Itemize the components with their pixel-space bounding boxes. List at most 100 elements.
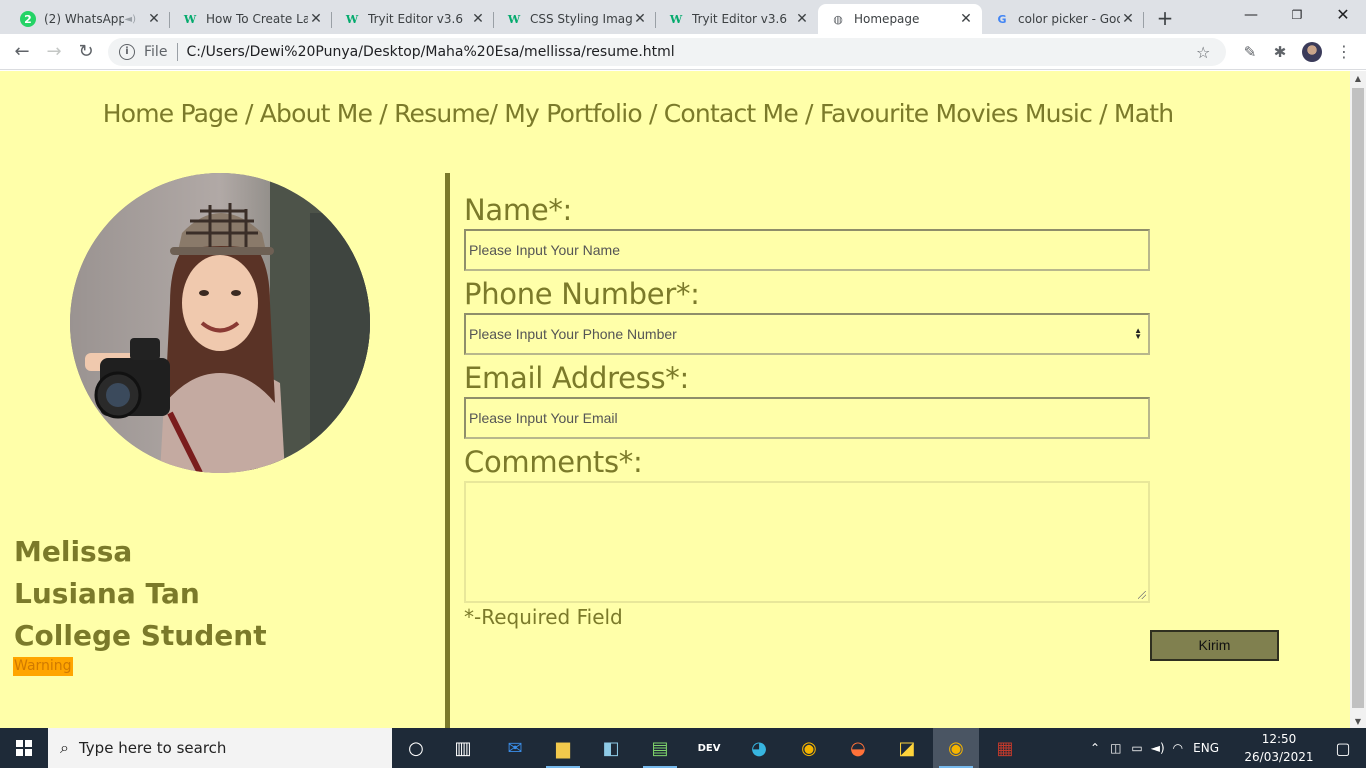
divider	[177, 43, 179, 61]
profile-last-name: Lusiana Tan	[14, 577, 200, 610]
profile-first-name: Melissa	[14, 535, 133, 568]
tab-title: (2) WhatsApp	[44, 12, 125, 26]
url-text[interactable]: C:/Users/Dewi%20Punya/Desktop/Maha%20Esa…	[186, 44, 1196, 60]
profile-avatar[interactable]	[1302, 42, 1322, 62]
globe-icon: ◍	[833, 12, 843, 26]
close-window-button[interactable]: ✕	[1320, 0, 1366, 32]
email-input[interactable]: Please Input Your Email	[464, 397, 1150, 439]
close-tab-icon[interactable]: ✕	[1120, 11, 1136, 27]
restore-button[interactable]: ❐	[1274, 0, 1320, 32]
warning-badge: Warning	[13, 657, 73, 676]
taskbar-clock[interactable]: 12:50 26/03/2021	[1240, 730, 1318, 766]
firefox-icon[interactable]: ◒	[835, 728, 881, 768]
wifi-icon[interactable]: ◠	[1173, 741, 1183, 755]
search-placeholder: Type here to search	[78, 739, 227, 757]
chrome-icon[interactable]: ◉	[786, 728, 832, 768]
winrar-icon[interactable]: ▦	[982, 728, 1028, 768]
tab-homepage[interactable]: ◍ Homepage ✕	[818, 4, 982, 34]
meet-now-icon[interactable]: ◫	[1110, 741, 1121, 755]
info-icon[interactable]: i	[119, 44, 135, 60]
w3schools-icon: W	[669, 12, 683, 26]
vertical-divider	[445, 173, 450, 728]
contact-form: Name*: Please Input Your Name Phone Numb…	[464, 191, 1150, 629]
file-explorer-icon[interactable]: ▆	[540, 728, 586, 768]
number-spinner-icon[interactable]: ▲ ▼	[1134, 327, 1142, 341]
tab-title: Tryit Editor v3.6	[692, 12, 787, 26]
clock-time: 12:50	[1261, 732, 1297, 746]
search-icon: ⌕	[60, 738, 69, 757]
email-label: Email Address*:	[464, 361, 689, 395]
comments-label: Comments*:	[464, 445, 643, 479]
address-bar[interactable]: i File C:/Users/Dewi%20Punya/Desktop/Mah…	[108, 38, 1226, 66]
show-hidden-icons-icon[interactable]: ⌃	[1090, 741, 1100, 755]
minimize-button[interactable]: —	[1228, 0, 1274, 32]
windows-taskbar: ⌕ Type here to search ○ ▥ ✉ ▆ ◧ ▤ DEV ◕ …	[0, 728, 1366, 768]
phone-placeholder: Please Input Your Phone Number	[469, 326, 677, 342]
extension-pen-icon[interactable]: ✎	[1240, 42, 1260, 62]
tab-color-picker[interactable]: G color picker - Goo ✕	[982, 4, 1144, 34]
required-field-note: *-Required Field	[464, 605, 623, 629]
close-tab-icon[interactable]: ✕	[470, 11, 486, 27]
tab-strip: 2 (2) WhatsApp ◄) ✕ W How To Create Lab …	[0, 0, 1366, 34]
edge-icon[interactable]: ◕	[736, 728, 782, 768]
close-tab-icon[interactable]: ✕	[146, 11, 162, 27]
close-tab-icon[interactable]: ✕	[794, 11, 810, 27]
w3schools-icon: W	[345, 12, 359, 26]
tab-whatsapp[interactable]: 2 (2) WhatsApp ◄) ✕	[8, 4, 170, 34]
windows-logo-icon	[16, 740, 32, 756]
mail-icon[interactable]: ✉	[492, 728, 538, 768]
tab-title: color picker - Goo	[1018, 12, 1120, 26]
tab-how-to-create[interactable]: W How To Create Lab ✕	[170, 4, 332, 34]
extensions-puzzle-icon[interactable]: ✱	[1270, 42, 1290, 62]
tab-title: CSS Styling Images	[530, 12, 632, 26]
google-icon: G	[997, 12, 1007, 26]
taskbar-search-box[interactable]: ⌕ Type here to search	[48, 728, 392, 768]
dev-cpp-icon[interactable]: DEV	[686, 728, 732, 768]
notes-app-icon[interactable]: ◧	[588, 728, 634, 768]
close-tab-icon[interactable]: ✕	[308, 11, 324, 27]
notification-center-icon[interactable]: ▢	[1320, 728, 1366, 768]
comments-textarea[interactable]	[464, 481, 1150, 603]
notepad-plus-icon[interactable]: ▤	[637, 728, 683, 768]
scrollbar-thumb[interactable]	[1352, 88, 1364, 708]
page-scrollbar[interactable]: ▲ ▼	[1350, 71, 1366, 728]
battery-icon[interactable]: ▭	[1131, 741, 1142, 755]
browser-toolbar: ← → ↻ i File C:/Users/Dewi%20Punya/Deskt…	[0, 34, 1366, 70]
name-label: Name*:	[464, 193, 573, 227]
resize-grip-icon[interactable]	[1138, 591, 1146, 599]
scheme-label: File	[144, 44, 168, 60]
menu-kebab-icon[interactable]: ⋮	[1334, 42, 1354, 62]
scroll-down-icon[interactable]: ▼	[1350, 717, 1366, 726]
profile-info: Melissa Lusiana Tan College Student	[14, 531, 267, 657]
scroll-up-icon[interactable]: ▲	[1350, 74, 1366, 83]
volume-icon[interactable]: ◄)	[1151, 741, 1165, 755]
tab-title: Tryit Editor v3.6	[368, 12, 463, 26]
reload-button[interactable]: ↻	[72, 38, 100, 66]
language-indicator[interactable]: ENG	[1193, 741, 1219, 755]
task-view-icon[interactable]: ▥	[440, 728, 486, 768]
whatsapp-icon: 2	[20, 11, 36, 27]
phone-label: Phone Number*:	[464, 277, 700, 311]
forward-button[interactable]: →	[40, 38, 68, 66]
python-icon[interactable]: ◪	[884, 728, 930, 768]
submit-button[interactable]: Kirim	[1150, 630, 1279, 661]
close-tab-icon[interactable]: ✕	[958, 11, 974, 27]
top-navigation[interactable]: Home Page / About Me / Resume/ My Portfo…	[0, 99, 1276, 128]
tab-tryit-editor-2[interactable]: W Tryit Editor v3.6 ✕	[656, 4, 818, 34]
chrome-active-icon[interactable]: ◉	[933, 728, 979, 768]
phone-input[interactable]: Please Input Your Phone Number ▲ ▼	[464, 313, 1150, 355]
tab-title: Homepage	[854, 12, 920, 26]
back-button[interactable]: ←	[8, 38, 36, 66]
profile-photo	[70, 173, 370, 473]
close-tab-icon[interactable]: ✕	[632, 11, 648, 27]
cortana-icon[interactable]: ○	[393, 728, 439, 768]
start-button[interactable]	[0, 728, 48, 768]
tab-css-styling-images[interactable]: W CSS Styling Images ✕	[494, 4, 656, 34]
new-tab-button[interactable]: +	[1152, 6, 1178, 32]
w3schools-icon: W	[507, 12, 521, 26]
bookmark-star-icon[interactable]: ☆	[1196, 43, 1216, 62]
tab-tryit-editor-1[interactable]: W Tryit Editor v3.6 ✕	[332, 4, 494, 34]
name-input[interactable]: Please Input Your Name	[464, 229, 1150, 271]
clock-date: 26/03/2021	[1244, 750, 1314, 764]
page-content: Home Page / About Me / Resume/ My Portfo…	[0, 71, 1350, 728]
